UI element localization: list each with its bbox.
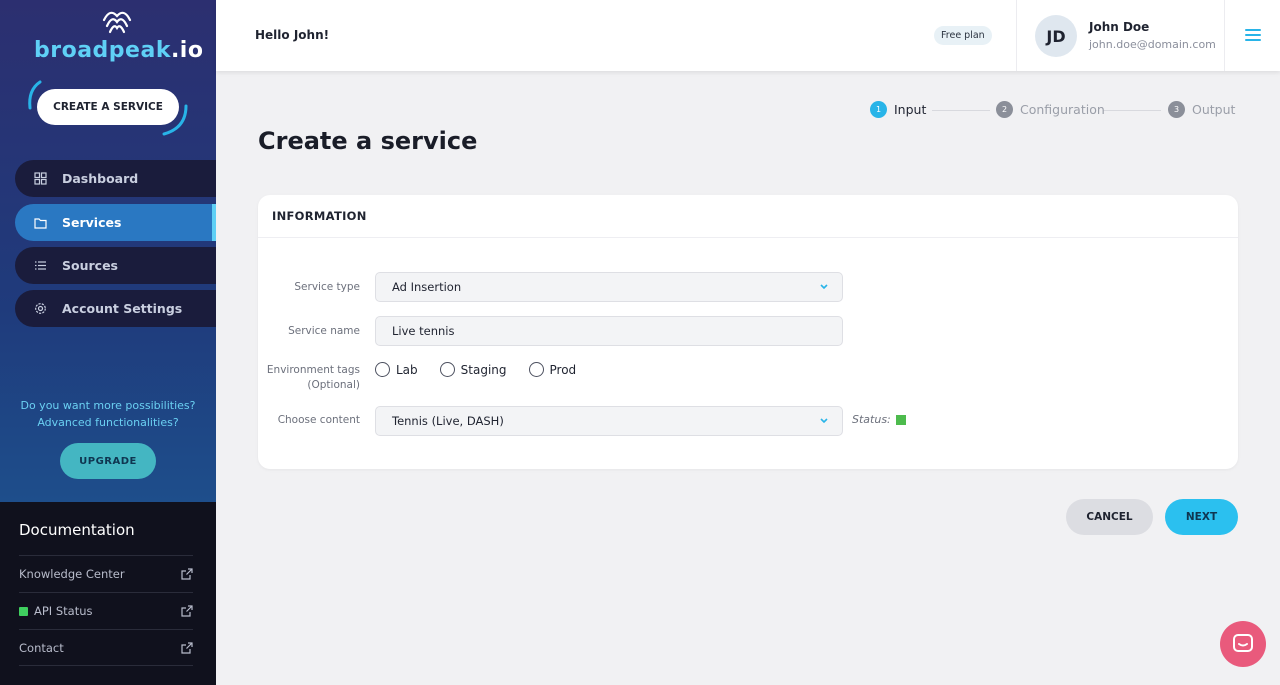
environment-tags-text: Environment tags — [266, 364, 360, 376]
choose-content-select[interactable]: Tennis (Live, DASH) — [375, 406, 843, 436]
step-label: Configuration — [1020, 102, 1105, 117]
user-name: John Doe — [1089, 20, 1150, 34]
chevron-down-icon — [820, 418, 828, 424]
radio-button[interactable] — [439, 362, 455, 377]
contact-link[interactable]: Contact — [19, 629, 193, 666]
user-profile[interactable]: JD John Doe john.doe@domain.com — [1016, 0, 1225, 71]
nav-services[interactable]: Services — [15, 204, 216, 241]
avatar: JD — [1035, 15, 1077, 57]
upgrade-promo: Do you want more possibilities? Advanced… — [0, 397, 216, 431]
folder-icon — [33, 216, 47, 230]
knowledge-center-label: Knowledge Center — [19, 567, 125, 581]
list-icon — [33, 259, 47, 273]
logo-main: broadpeak — [34, 38, 171, 63]
stepper-line — [932, 110, 990, 111]
sidebar: broadpeak.io CREATE A SERVICE Dashboard … — [0, 0, 216, 685]
promo-line-2: Advanced functionalities? — [37, 416, 179, 429]
step-number: 2 — [996, 101, 1013, 118]
documentation-title: Documentation — [19, 521, 135, 539]
nav-label-dashboard: Dashboard — [62, 171, 139, 186]
card-header: INFORMATION — [258, 195, 1238, 238]
documentation-panel: Documentation Knowledge Center API Statu… — [0, 502, 216, 685]
service-type-value: Ad Insertion — [392, 280, 462, 294]
choose-content-label: Choose content — [277, 414, 360, 426]
radio-label: Staging — [460, 362, 507, 377]
greeting: Hello John! — [255, 28, 330, 42]
contact-label: Contact — [19, 640, 64, 655]
nav-label-account-settings: Account Settings — [62, 301, 183, 316]
page-title: Create a service — [258, 127, 478, 155]
radio-label: Prod — [549, 362, 577, 377]
external-link-icon — [181, 642, 193, 654]
nav-account-settings[interactable]: Account Settings — [15, 290, 216, 327]
service-type-label: Service type — [294, 281, 360, 293]
step-output: 3 Output — [1168, 101, 1235, 118]
knowledge-center-link[interactable]: Knowledge Center — [19, 555, 193, 592]
service-name-value: Live tennis — [392, 324, 455, 338]
cancel-button[interactable]: CANCEL — [1066, 499, 1153, 535]
upgrade-button[interactable]: UPGRADE — [60, 443, 156, 479]
api-status-link[interactable]: API Status — [19, 592, 193, 629]
step-number: 3 — [1168, 101, 1185, 118]
external-link-icon — [181, 568, 193, 580]
chat-button[interactable] — [1220, 621, 1266, 667]
step-label: Output — [1192, 102, 1236, 117]
logo-suffix: .io — [170, 38, 204, 63]
section-title: INFORMATION — [272, 209, 367, 223]
radio-staging[interactable]: Staging — [439, 362, 507, 377]
logo-text: broadpeak.io — [34, 38, 203, 63]
radio-button[interactable] — [528, 362, 544, 377]
service-type-select[interactable]: Ad Insertion — [375, 272, 843, 302]
service-name-input[interactable]: Live tennis — [375, 316, 843, 346]
step-configuration: 2 Configuration — [996, 101, 1105, 118]
radio-lab[interactable]: Lab — [375, 362, 418, 377]
radio-label: Lab — [396, 362, 418, 377]
information-card: INFORMATION Service type Ad Insertion Se… — [258, 195, 1238, 469]
external-link-icon — [181, 605, 193, 617]
step-label: Input — [894, 102, 927, 117]
radio-prod[interactable]: Prod — [528, 362, 577, 377]
nav-dashboard[interactable]: Dashboard — [15, 160, 216, 197]
user-email: john.doe@domain.com — [1089, 38, 1216, 51]
chat-icon — [1233, 634, 1253, 652]
environment-tags-optional: (Optional) — [307, 379, 360, 391]
nav-label-services: Services — [62, 215, 122, 230]
gear-icon — [33, 302, 47, 316]
environment-tags-label: Environment tags (Optional) — [258, 363, 360, 393]
choose-content-value: Tennis (Live, DASH) — [392, 414, 504, 428]
promo-line-1: Do you want more possibilities? — [20, 399, 196, 412]
content-status: Status: — [852, 413, 906, 426]
logo[interactable]: broadpeak.io — [34, 6, 203, 68]
waves-icon — [102, 11, 132, 34]
api-status-indicator — [19, 606, 28, 616]
chevron-down-icon — [820, 284, 828, 290]
plan-badge[interactable]: Free plan — [934, 26, 992, 45]
step-number: 1 — [870, 101, 887, 118]
step-input: 1 Input — [870, 101, 926, 118]
grid-icon — [33, 172, 47, 186]
radio-button[interactable] — [375, 362, 390, 377]
environment-tags-radio-group: Lab Staging Prod — [375, 362, 598, 377]
hamburger-icon[interactable] — [1244, 26, 1262, 44]
stepper-line — [1103, 110, 1161, 111]
api-status-label: API Status — [34, 604, 93, 618]
next-button[interactable]: NEXT — [1165, 499, 1238, 535]
status-indicator — [895, 414, 906, 425]
service-name-label: Service name — [288, 325, 360, 337]
top-bar: Hello John! Free plan JD John Doe john.d… — [216, 0, 1280, 71]
create-service-button[interactable]: CREATE A SERVICE — [37, 89, 179, 125]
status-label-text: Status: — [852, 413, 891, 426]
nav-label-sources: Sources — [62, 258, 118, 273]
create-service-area: CREATE A SERVICE — [26, 76, 190, 138]
nav-sources[interactable]: Sources — [15, 247, 216, 284]
